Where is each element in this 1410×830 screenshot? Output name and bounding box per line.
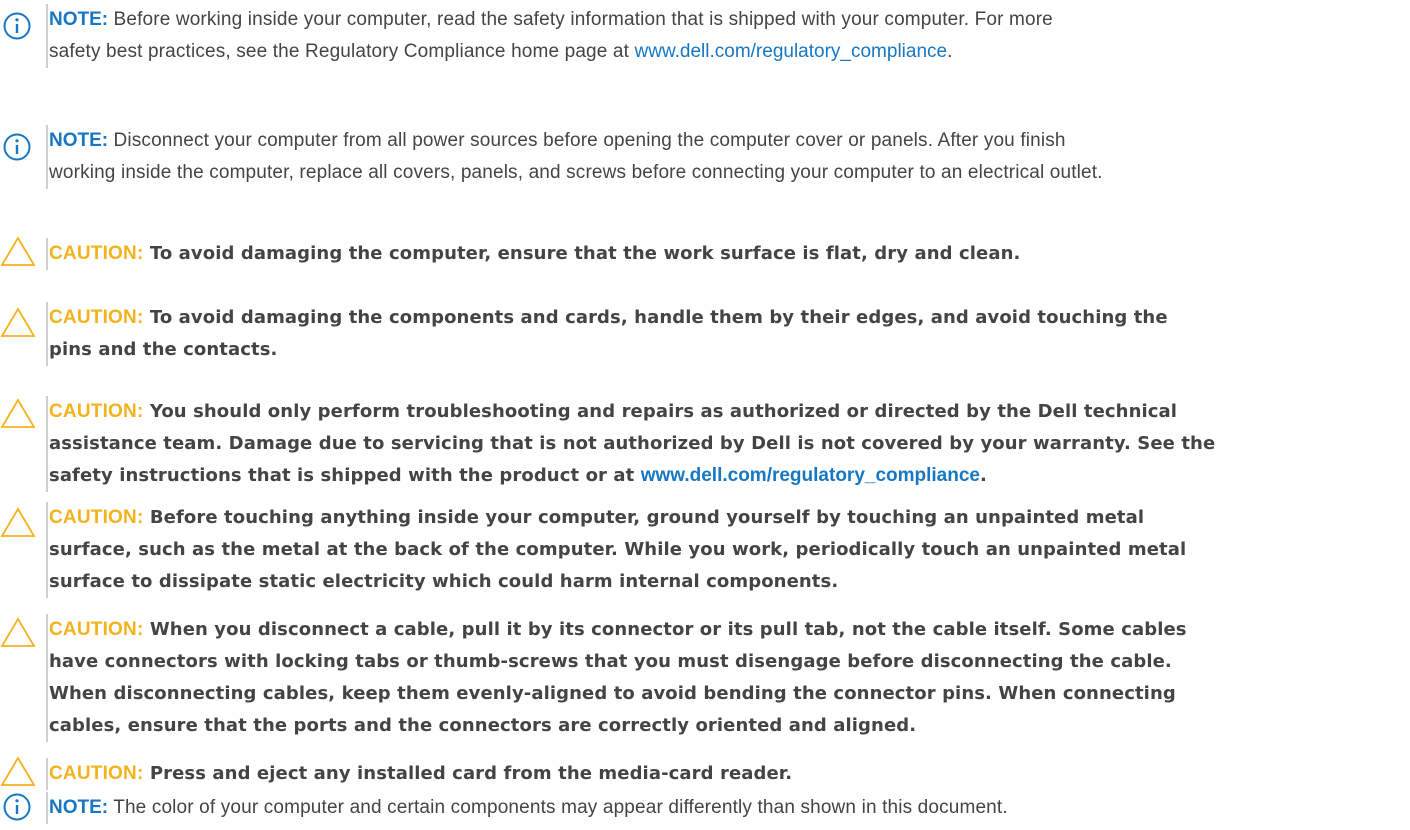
notice-line: have connectors with locking tabs or thu…: [49, 651, 1172, 672]
warning-triangle-icon: [0, 615, 36, 655]
notice-text: CAUTION: When you disconnect a cable, pu…: [46, 614, 1408, 742]
notice-text: NOTE: Disconnect your computer from all …: [46, 125, 1408, 189]
notice-line: surface to dissipate static electricity …: [49, 571, 839, 592]
notice-line: cables, ensure that the ports and the co…: [49, 715, 917, 736]
notice-line: When disconnecting cables, keep them eve…: [49, 683, 1176, 704]
notice-line: NOTE: Disconnect your computer from all …: [49, 130, 1066, 151]
caution-label: CAUTION:: [49, 243, 144, 264]
notice-line: CAUTION: Press and eject any installed c…: [49, 763, 793, 784]
warning-triangle-icon: [0, 305, 36, 345]
notice-line: NOTE: The color of your computer and cer…: [49, 797, 1008, 818]
info-circle-icon: [0, 130, 36, 170]
caution-label: CAUTION:: [49, 401, 144, 422]
notice-line: CAUTION: You should only perform trouble…: [49, 401, 1178, 422]
notice-line: pins and the contacts.: [49, 339, 278, 360]
caution-label: CAUTION:: [49, 763, 144, 784]
warning-triangle-icon: [0, 396, 36, 436]
notice-text: CAUTION: You should only perform trouble…: [46, 396, 1408, 492]
caution-label: CAUTION:: [49, 507, 144, 528]
warning-triangle-icon: [0, 754, 36, 794]
warning-triangle-icon: [0, 234, 36, 274]
notice-line: safety best practices, see the Regulator…: [49, 41, 953, 62]
caution-label: CAUTION:: [49, 307, 144, 328]
info-circle-icon: [0, 790, 36, 830]
notice-text: CAUTION: Press and eject any installed c…: [46, 758, 1408, 790]
notice-line: working inside the computer, replace all…: [49, 162, 1103, 183]
notice-text: NOTE: Before working inside your compute…: [46, 4, 1408, 68]
regulatory-compliance-link[interactable]: www.dell.com/regulatory_compliance: [635, 41, 948, 62]
warning-triangle-icon: [0, 505, 36, 545]
note-label: NOTE:: [49, 9, 109, 30]
notice-text: NOTE: The color of your computer and cer…: [46, 792, 1408, 824]
notice-line: CAUTION: To avoid damaging the component…: [49, 307, 1168, 328]
info-circle-icon: [0, 9, 36, 49]
notice-line: CAUTION: Before touching anything inside…: [49, 507, 1145, 528]
notice-line: NOTE: Before working inside your compute…: [49, 9, 1053, 30]
note-label: NOTE:: [49, 797, 109, 818]
notice-line: CAUTION: To avoid damaging the computer,…: [49, 243, 1021, 264]
notice-line: CAUTION: When you disconnect a cable, pu…: [49, 619, 1187, 640]
regulatory-compliance-link[interactable]: www.dell.com/regulatory_compliance: [641, 465, 980, 486]
notice-text: CAUTION: To avoid damaging the computer,…: [46, 238, 1408, 270]
caution-label: CAUTION:: [49, 619, 144, 640]
notice-line: assistance team. Damage due to servicing…: [49, 433, 1216, 454]
notice-line: surface, such as the metal at the back o…: [49, 539, 1187, 560]
note-label: NOTE:: [49, 130, 109, 151]
notice-text: CAUTION: Before touching anything inside…: [46, 502, 1408, 598]
notice-text: CAUTION: To avoid damaging the component…: [46, 302, 1408, 366]
notice-line: safety instructions that is shipped with…: [49, 465, 987, 486]
